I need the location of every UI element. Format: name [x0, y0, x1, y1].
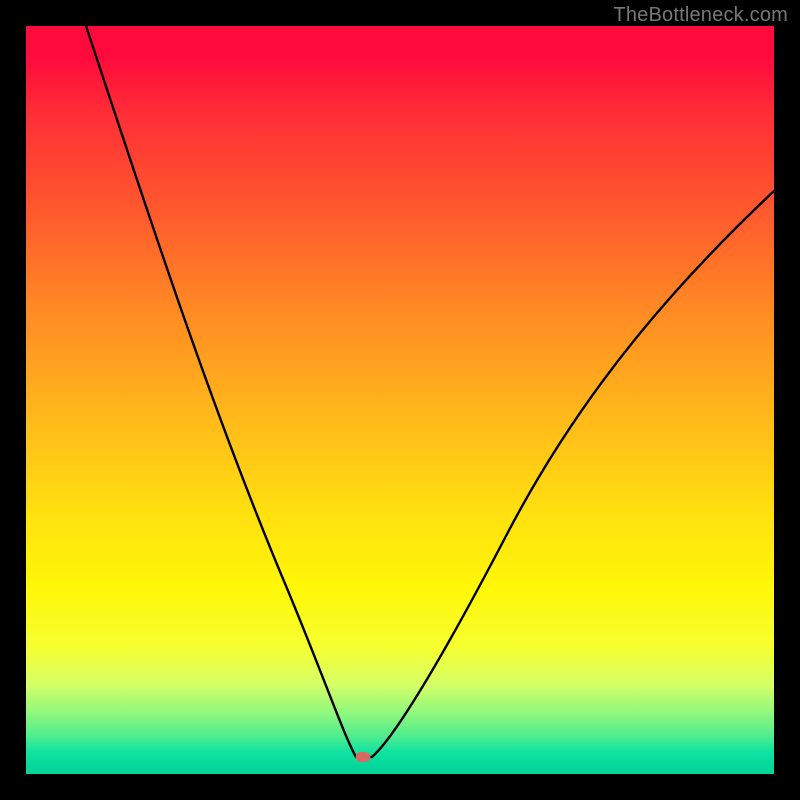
curve-path — [86, 26, 774, 757]
watermark-text: TheBottleneck.com — [613, 4, 788, 27]
chart-frame: TheBottleneck.com — [0, 0, 800, 800]
bottleneck-curve — [26, 26, 774, 774]
curve-minimum-marker — [356, 752, 371, 762]
plot-area — [26, 26, 774, 774]
